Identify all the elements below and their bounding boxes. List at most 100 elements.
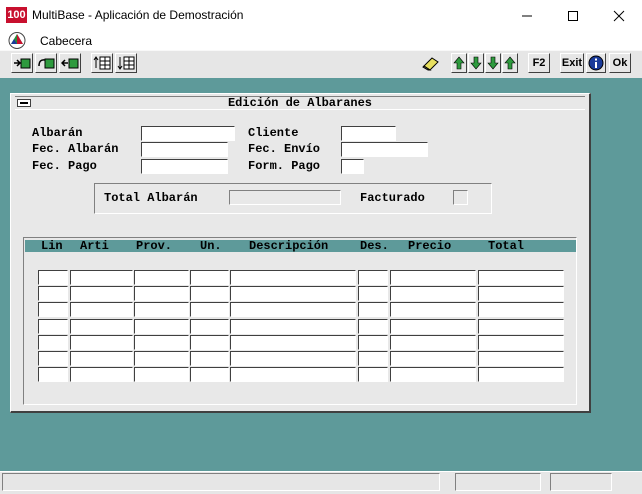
table-cell[interactable] xyxy=(134,335,189,350)
label-albaran: Albarán xyxy=(32,126,83,140)
table-cell[interactable] xyxy=(358,286,388,301)
table-cell[interactable] xyxy=(358,319,388,334)
first-page-button[interactable] xyxy=(91,53,113,73)
nav-next-button[interactable] xyxy=(468,53,484,73)
fec-albaran-field[interactable] xyxy=(141,142,228,157)
table-cell[interactable] xyxy=(190,270,229,285)
eraser-icon xyxy=(422,57,439,71)
nav-last-button[interactable] xyxy=(485,53,501,73)
label-fec-envio: Fec. Envío xyxy=(248,142,321,156)
minimize-button[interactable] xyxy=(504,0,550,31)
nav-prev-button[interactable] xyxy=(502,53,518,73)
table-cell[interactable] xyxy=(358,351,388,366)
table-cell[interactable] xyxy=(134,319,189,334)
table-cell[interactable] xyxy=(38,367,68,382)
table-cell[interactable] xyxy=(478,351,564,366)
table-cell[interactable] xyxy=(390,302,476,317)
table-cell[interactable] xyxy=(38,335,68,350)
table-cell[interactable] xyxy=(38,302,68,317)
table-cell[interactable] xyxy=(190,335,229,350)
label-fec-albaran: Fec. Albarán xyxy=(32,142,119,156)
insert-record-icon xyxy=(14,58,31,69)
fec-envio-field[interactable] xyxy=(341,142,428,157)
table-cell[interactable] xyxy=(478,319,564,334)
table-cell[interactable] xyxy=(190,302,229,317)
ok-button[interactable]: Ok xyxy=(609,53,631,73)
status-message xyxy=(2,473,440,491)
nav-first-button[interactable] xyxy=(451,53,467,73)
f2-button[interactable]: F2 xyxy=(528,53,550,73)
table-cell[interactable] xyxy=(38,351,68,366)
cliente-field[interactable] xyxy=(341,126,396,141)
table-cell[interactable] xyxy=(134,270,189,285)
table-cell[interactable] xyxy=(390,319,476,334)
fec-pago-field[interactable] xyxy=(141,159,228,174)
table-cell[interactable] xyxy=(478,367,564,382)
table-cell[interactable] xyxy=(358,302,388,317)
column-header-descripcion: Descripción xyxy=(249,239,329,253)
close-button[interactable] xyxy=(596,0,642,31)
info-button[interactable] xyxy=(586,53,606,73)
modify-record-button[interactable] xyxy=(35,53,57,73)
maximize-icon xyxy=(568,10,578,21)
table-cell[interactable] xyxy=(190,351,229,366)
table-cell[interactable] xyxy=(230,367,356,382)
table-cell[interactable] xyxy=(70,335,133,350)
table-cell[interactable] xyxy=(390,351,476,366)
table-cell[interactable] xyxy=(70,270,133,285)
table-cell[interactable] xyxy=(358,270,388,285)
modify-record-icon xyxy=(38,58,55,69)
table-cell[interactable] xyxy=(230,286,356,301)
status-panel-2 xyxy=(550,473,612,491)
table-cell[interactable] xyxy=(70,319,133,334)
arrow-up-icon xyxy=(504,56,516,70)
table-cell[interactable] xyxy=(230,351,356,366)
table-cell[interactable] xyxy=(478,286,564,301)
last-page-button[interactable] xyxy=(115,53,137,73)
table-cell[interactable] xyxy=(70,367,133,382)
delete-record-button[interactable] xyxy=(59,53,81,73)
albaran-field[interactable] xyxy=(141,126,235,141)
table-cell[interactable] xyxy=(230,270,356,285)
table-cell[interactable] xyxy=(390,270,476,285)
app-icon: 100 xyxy=(6,7,27,23)
table-cell[interactable] xyxy=(134,351,189,366)
table-cell[interactable] xyxy=(230,302,356,317)
column-header-un: Un. xyxy=(200,239,222,253)
table-cell[interactable] xyxy=(38,319,68,334)
table-cell[interactable] xyxy=(478,302,564,317)
column-header-precio: Precio xyxy=(408,239,452,253)
arrow-down-icon xyxy=(470,56,482,70)
table-cell[interactable] xyxy=(478,335,564,350)
label-fec-pago: Fec. Pago xyxy=(32,159,97,173)
table-cell[interactable] xyxy=(390,286,476,301)
table-cell[interactable] xyxy=(38,286,68,301)
table-cell[interactable] xyxy=(190,367,229,382)
table-cell[interactable] xyxy=(134,302,189,317)
table-cell[interactable] xyxy=(134,286,189,301)
table-cell[interactable] xyxy=(230,335,356,350)
table-cell[interactable] xyxy=(190,319,229,334)
table-cell[interactable] xyxy=(134,367,189,382)
eraser-button[interactable] xyxy=(420,53,442,73)
table-cell[interactable] xyxy=(358,335,388,350)
table-cell[interactable] xyxy=(70,302,133,317)
maximize-button[interactable] xyxy=(550,0,596,31)
arrow-up-icon xyxy=(453,56,465,70)
table-cell[interactable] xyxy=(70,286,133,301)
table-cell[interactable] xyxy=(478,270,564,285)
table-cell[interactable] xyxy=(230,319,356,334)
exit-button[interactable]: Exit xyxy=(560,53,584,73)
table-cell[interactable] xyxy=(358,367,388,382)
label-form-pago: Form. Pago xyxy=(248,159,321,173)
table-cell[interactable] xyxy=(390,367,476,382)
menu-bar xyxy=(0,31,642,50)
table-down-icon xyxy=(117,56,135,70)
table-cell[interactable] xyxy=(190,286,229,301)
form-pago-field[interactable] xyxy=(341,159,364,174)
table-cell[interactable] xyxy=(390,335,476,350)
menu-item-cabecera[interactable]: Cabecera xyxy=(40,34,92,48)
table-cell[interactable] xyxy=(38,270,68,285)
table-cell[interactable] xyxy=(70,351,133,366)
insert-record-button[interactable] xyxy=(11,53,33,73)
